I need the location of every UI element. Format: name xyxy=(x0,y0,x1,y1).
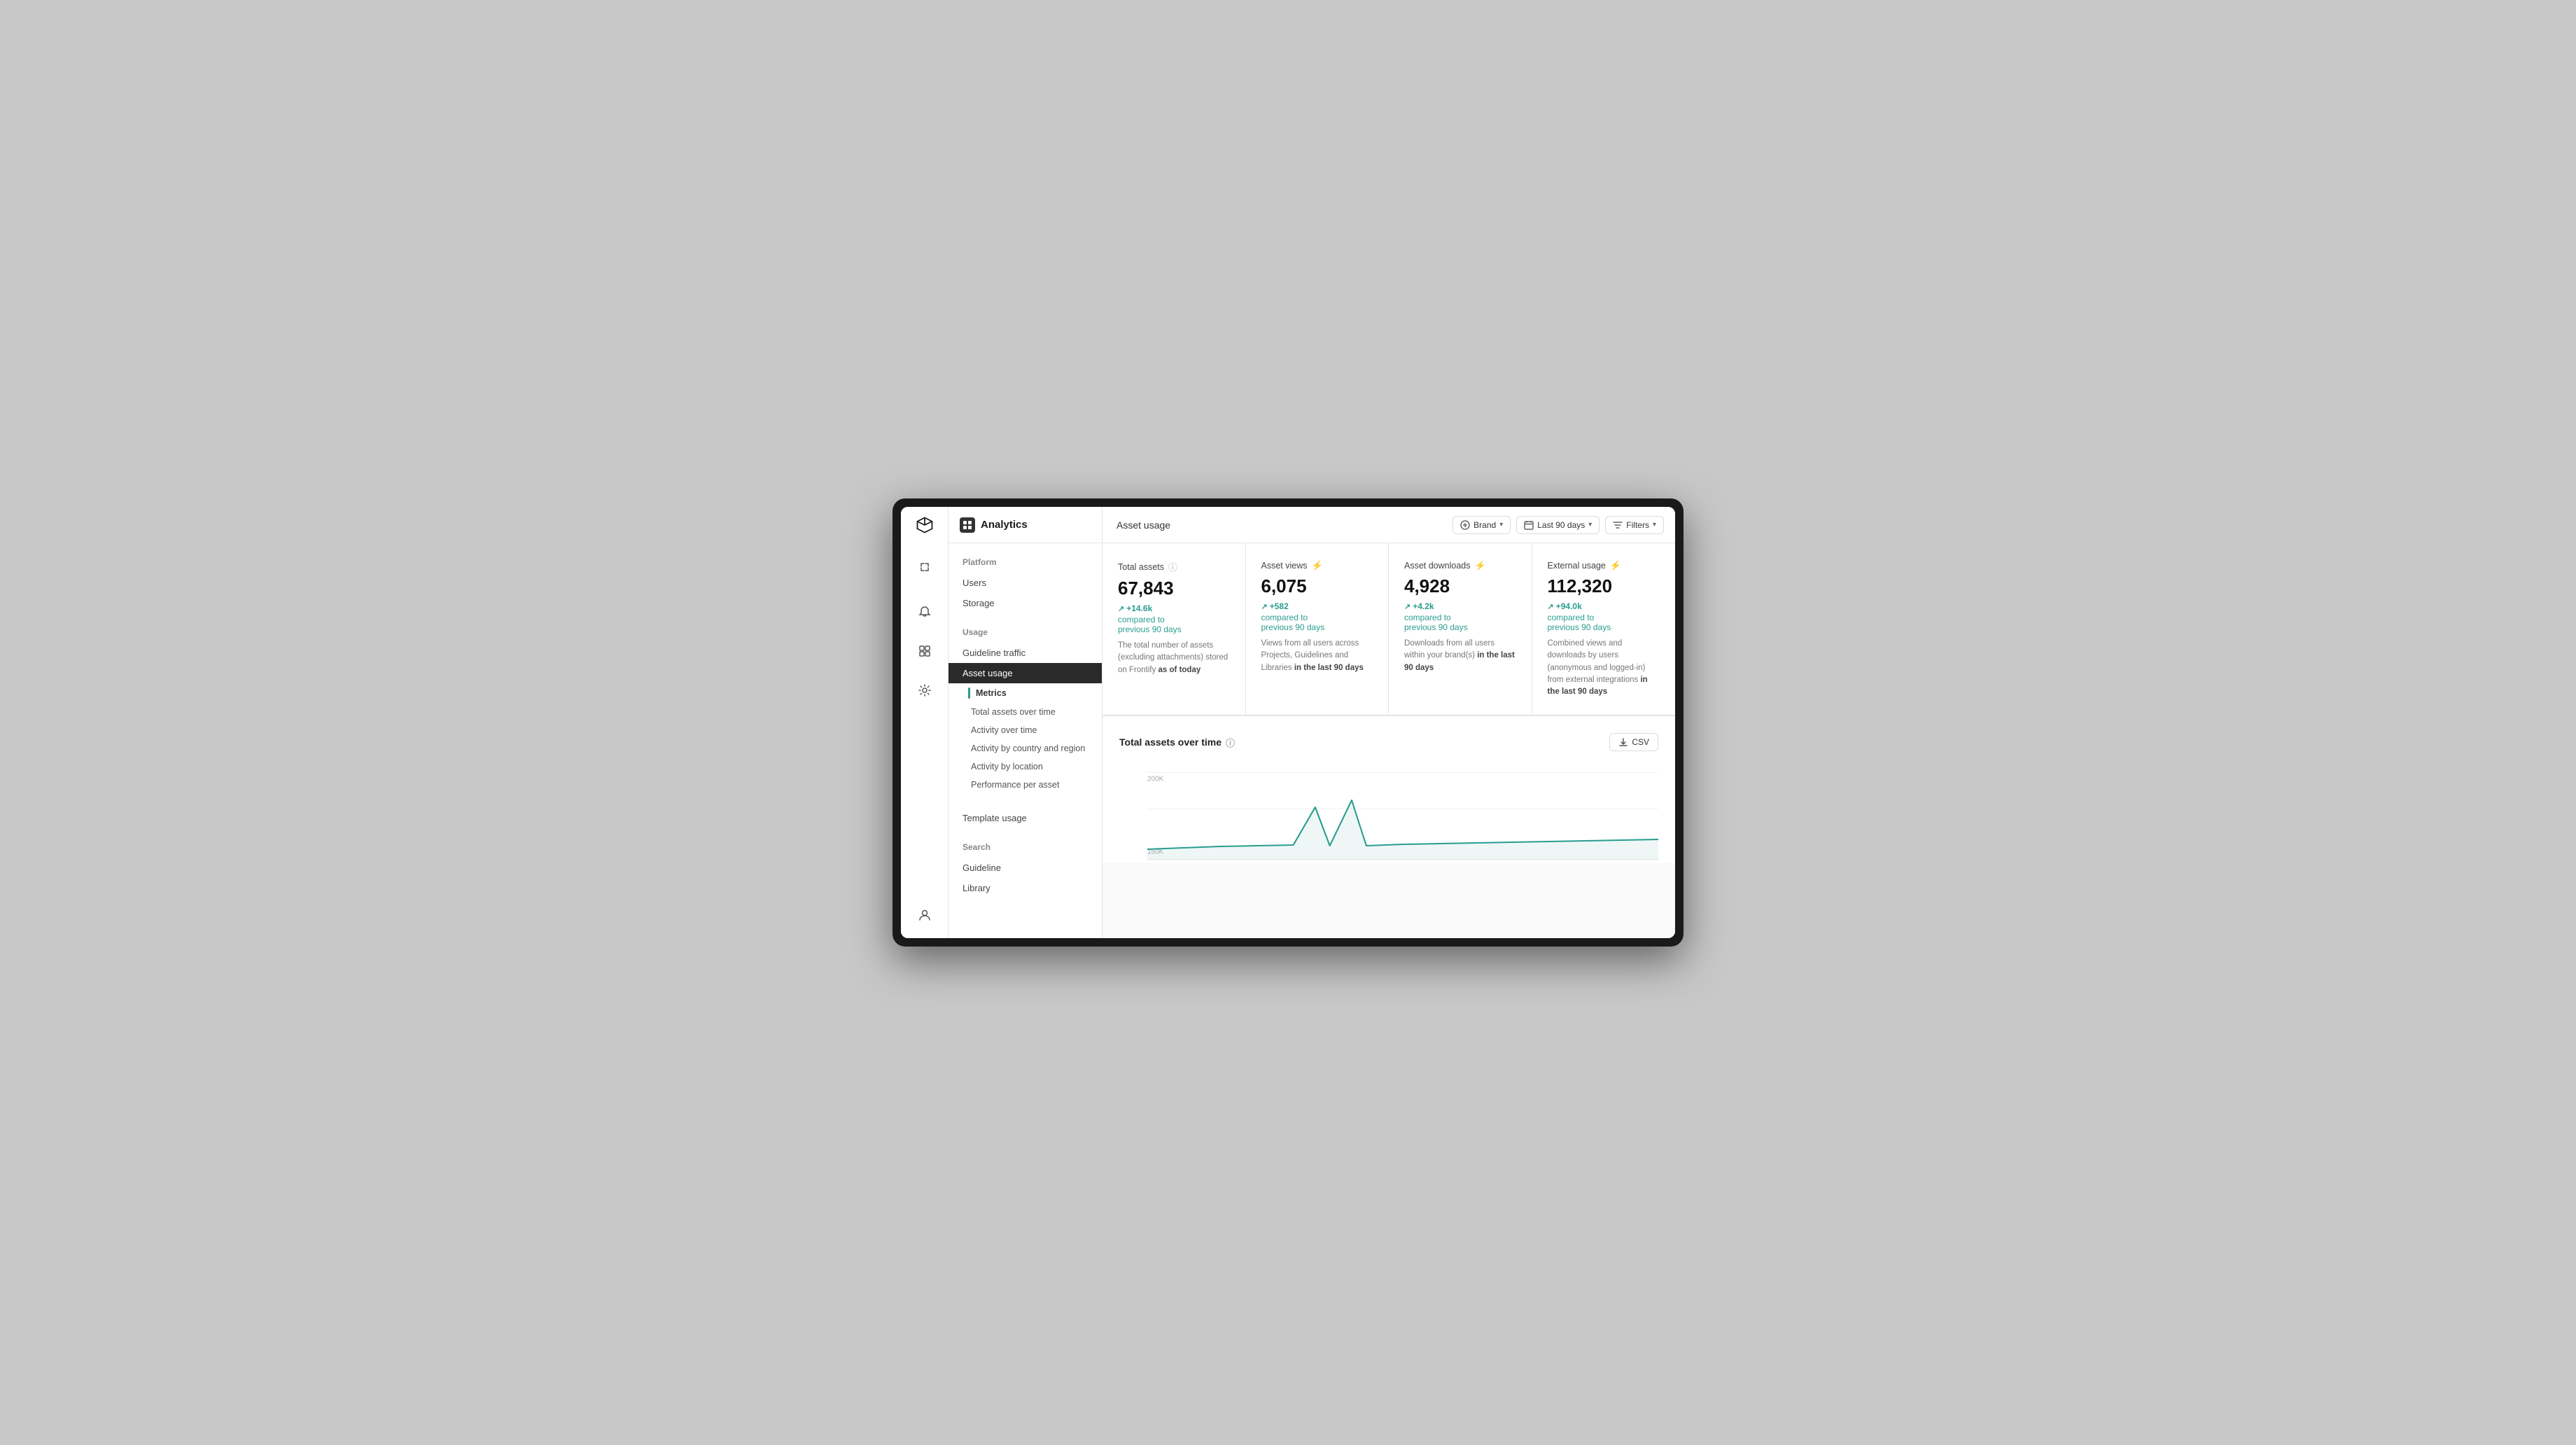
header-controls: Brand ▾ Last 90 days ▾ Filte xyxy=(1452,516,1664,534)
chart-header: Total assets over time ⓘ CSV xyxy=(1119,733,1658,751)
asset-views-change: ↗ +582 xyxy=(1261,601,1373,611)
chart-section: Total assets over time ⓘ CSV xyxy=(1102,715,1675,863)
external-usage-desc: Combined views and downloads by users (a… xyxy=(1548,638,1660,698)
spark-icon-2: ⚡ xyxy=(1475,560,1486,571)
metrics-header: Metrics xyxy=(948,683,1102,703)
metrics-bar-indicator xyxy=(968,687,970,699)
logo-icon xyxy=(915,515,934,535)
sidebar-item-users[interactable]: Users xyxy=(948,573,1102,593)
settings-icon[interactable] xyxy=(912,678,937,703)
filters-button[interactable]: Filters ▾ xyxy=(1605,516,1664,534)
spark-icon: ⚡ xyxy=(1312,560,1323,571)
filters-chevron-icon: ▾ xyxy=(1653,521,1656,529)
total-assets-label: Total assets ⓘ xyxy=(1118,560,1230,573)
profile-icon[interactable] xyxy=(912,902,937,927)
arrow-up-icon: ↗ xyxy=(1118,604,1124,613)
total-assets-change: ↗ +14.6k xyxy=(1118,603,1230,613)
sidebar-sub-total-assets[interactable]: Total assets over time xyxy=(948,703,1102,721)
sidebar-sub-performance[interactable]: Performance per asset xyxy=(948,776,1102,794)
external-usage-value: 112,320 xyxy=(1548,575,1660,597)
analytics-section: Analytics xyxy=(948,507,1102,543)
main-layout: Platform Users Storage Usage Guideline t… xyxy=(901,543,1675,938)
stat-card-asset-views: Asset views ⚡ 6,075 ↗ +582 compared to xyxy=(1246,543,1390,715)
expand-icon[interactable] xyxy=(912,554,937,580)
sidebar-item-asset-usage[interactable]: Asset usage xyxy=(948,663,1102,683)
sidebar-item-guideline-traffic[interactable]: Guideline traffic xyxy=(948,643,1102,663)
sidebar-item-guideline-search[interactable]: Guideline xyxy=(948,858,1102,878)
asset-downloads-desc: Downloads from all users within your bra… xyxy=(1404,638,1516,674)
external-usage-label: External usage ⚡ xyxy=(1548,560,1660,571)
sidebar: Platform Users Storage Usage Guideline t… xyxy=(948,543,1102,938)
usage-section-title: Usage xyxy=(948,627,1102,643)
stat-card-total-assets: Total assets ⓘ 67,843 ↗ +14.6k compared … xyxy=(1102,543,1246,715)
sidebar-sub-activity-over-time[interactable]: Activity over time xyxy=(948,721,1102,739)
logo-area xyxy=(901,507,948,543)
chart-info-icon: ⓘ xyxy=(1226,736,1235,749)
marketplace-icon[interactable] xyxy=(912,638,937,664)
page-title: Asset usage xyxy=(1102,519,1452,531)
arrow-up-icon: ↗ xyxy=(1548,602,1554,611)
spark-icon-3: ⚡ xyxy=(1610,560,1621,571)
arrow-up-icon: ↗ xyxy=(1404,602,1410,611)
app-title: Analytics xyxy=(981,519,1028,531)
asset-downloads-value: 4,928 xyxy=(1404,575,1516,597)
chart-line-svg xyxy=(1147,765,1658,863)
content-area: Total assets ⓘ 67,843 ↗ +14.6k compared … xyxy=(1102,543,1675,938)
csv-download-button[interactable]: CSV xyxy=(1609,733,1658,751)
asset-downloads-label: Asset downloads ⚡ xyxy=(1404,560,1516,571)
total-assets-period: compared to previous 90 days xyxy=(1118,615,1230,634)
asset-downloads-period: compared to previous 90 days xyxy=(1404,613,1516,632)
icon-bar xyxy=(901,543,948,938)
arrow-up-icon: ↗ xyxy=(1261,602,1268,611)
external-usage-period: compared to previous 90 days xyxy=(1548,613,1660,632)
date-range-button[interactable]: Last 90 days ▾ xyxy=(1516,516,1600,534)
stat-card-external-usage: External usage ⚡ 112,320 ↗ +94.0k compar… xyxy=(1532,543,1676,715)
analytics-icon xyxy=(960,517,975,533)
filter-icon xyxy=(1613,520,1623,530)
chart-title: Total assets over time ⓘ xyxy=(1119,736,1235,749)
sidebar-sub-activity-location[interactable]: Activity by location xyxy=(948,758,1102,776)
calendar-icon xyxy=(1524,520,1534,530)
sidebar-item-library-search[interactable]: Library xyxy=(948,878,1102,898)
notifications-icon[interactable] xyxy=(912,599,937,624)
template-section: Template usage xyxy=(948,808,1102,828)
chart-area: 200K 150K xyxy=(1119,765,1658,863)
info-icon: ⓘ xyxy=(1168,560,1177,573)
platform-section-title: Platform xyxy=(948,557,1102,573)
brand-filter-button[interactable]: Brand ▾ xyxy=(1452,516,1511,534)
search-section-title: Search xyxy=(948,842,1102,858)
total-assets-desc: The total number of assets (excluding at… xyxy=(1118,640,1230,676)
brand-icon xyxy=(1460,520,1470,530)
stats-row: Total assets ⓘ 67,843 ↗ +14.6k compared … xyxy=(1102,543,1675,715)
sidebar-sub-activity-country[interactable]: Activity by country and region xyxy=(948,739,1102,758)
stat-card-asset-downloads: Asset downloads ⚡ 4,928 ↗ +4.2k compared… xyxy=(1389,543,1532,715)
external-usage-change: ↗ +94.0k xyxy=(1548,601,1660,611)
platform-section: Platform Users Storage xyxy=(948,557,1102,613)
sidebar-item-template-usage[interactable]: Template usage xyxy=(948,808,1102,828)
usage-section: Usage Guideline traffic Asset usage Metr… xyxy=(948,627,1102,794)
brand-chevron-icon: ▾ xyxy=(1499,521,1503,529)
asset-views-desc: Views from all users across Projects, Gu… xyxy=(1261,638,1373,674)
asset-views-period: compared to previous 90 days xyxy=(1261,613,1373,632)
date-range-chevron-icon: ▾ xyxy=(1588,521,1592,529)
header: Analytics Asset usage Brand ▾ xyxy=(901,507,1675,543)
search-section: Search Guideline Library xyxy=(948,842,1102,898)
asset-views-label: Asset views ⚡ xyxy=(1261,560,1373,571)
total-assets-value: 67,843 xyxy=(1118,578,1230,599)
asset-downloads-change: ↗ +4.2k xyxy=(1404,601,1516,611)
asset-views-value: 6,075 xyxy=(1261,575,1373,597)
download-icon xyxy=(1618,737,1628,747)
sidebar-item-storage[interactable]: Storage xyxy=(948,593,1102,613)
